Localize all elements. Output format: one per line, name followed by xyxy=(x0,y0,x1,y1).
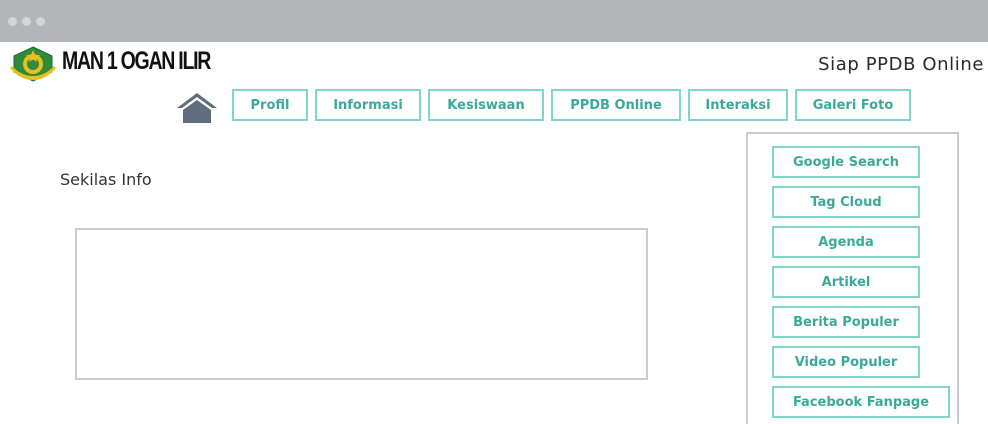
nav-kesiswaan-button[interactable]: Kesiswaan xyxy=(428,89,544,121)
nav-informasi-button[interactable]: Informasi xyxy=(315,89,421,121)
nav-ppdb-online-button[interactable]: PPDB Online xyxy=(551,89,681,121)
home-icon[interactable] xyxy=(176,92,218,124)
sidebar-artikel-button[interactable]: Artikel xyxy=(772,266,920,298)
sidebar-tag-cloud-button[interactable]: Tag Cloud xyxy=(772,186,920,218)
sidebar-berita-populer-button[interactable]: Berita Populer xyxy=(772,306,920,338)
school-logo-icon[interactable] xyxy=(8,46,58,82)
brand-tagline: Siap PPDB Online xyxy=(818,54,984,75)
sidebar-video-populer-button[interactable]: Video Populer xyxy=(772,346,920,378)
nav-interaksi-button[interactable]: Interaksi xyxy=(688,89,788,121)
brand-name[interactable]: MAN 1 OGAN ILIR xyxy=(62,47,211,76)
main-nav: Profil Informasi Kesiswaan PPDB Online I… xyxy=(232,89,911,121)
nav-profil-button[interactable]: Profil xyxy=(232,89,308,121)
section-title: Sekilas Info xyxy=(60,170,152,189)
nav-galeri-foto-button[interactable]: Galeri Foto xyxy=(795,89,911,121)
window-minimize-dot[interactable] xyxy=(22,17,31,26)
sidebar-panel: Google Search Tag Cloud Agenda Artikel B… xyxy=(746,132,959,424)
window-maximize-dot[interactable] xyxy=(36,17,45,26)
sidebar-google-search-button[interactable]: Google Search xyxy=(772,146,920,178)
sidebar-agenda-button[interactable]: Agenda xyxy=(772,226,920,258)
sidebar-facebook-fanpage-button[interactable]: Facebook Fanpage xyxy=(772,386,950,418)
sekilas-info-box xyxy=(75,228,648,380)
window-close-dot[interactable] xyxy=(8,17,17,26)
window-titlebar xyxy=(0,0,988,42)
